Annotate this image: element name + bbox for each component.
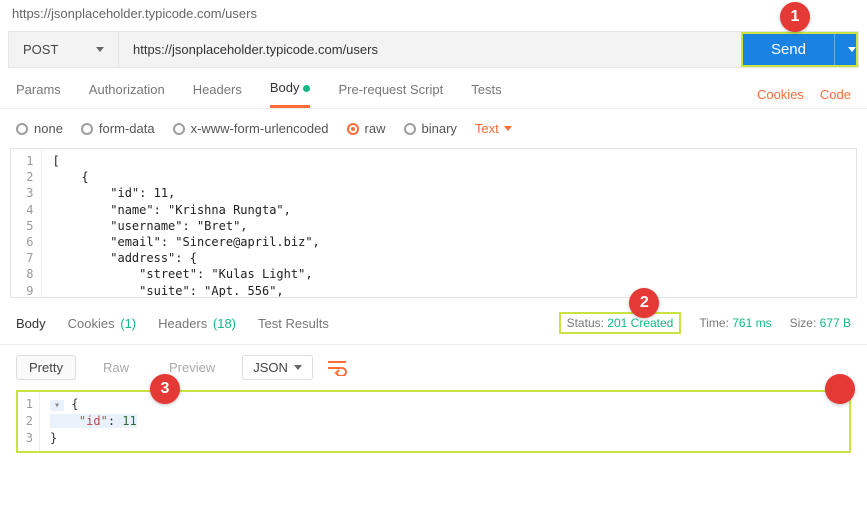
body-options: none form-data x-www-form-urlencoded raw… (0, 109, 867, 148)
method-label: POST (23, 42, 58, 57)
view-options: Pretty Raw Preview JSON (0, 345, 867, 390)
response-code[interactable]: 123 ▾ { "id": 11 } (18, 392, 849, 451)
annotation-badge-1: 1 (780, 2, 810, 32)
body-type-label: Text (475, 121, 499, 136)
url-input[interactable] (119, 32, 741, 67)
time-stat: Time: 761 ms (699, 316, 771, 330)
radio-icon (347, 123, 359, 135)
size-label: Size: (790, 316, 817, 330)
time-label: Time: (699, 316, 729, 330)
tab-tests[interactable]: Tests (471, 82, 501, 107)
format-label: JSON (253, 360, 288, 375)
radio-icon (81, 123, 93, 135)
chevron-down-icon (294, 365, 302, 370)
fold-icon[interactable]: ▾ (50, 400, 64, 411)
request-body-editor[interactable]: 1234567891011 [ { "id": 11, "name": "Kri… (10, 148, 857, 298)
radio-formdata[interactable]: form-data (81, 121, 155, 136)
wrap-lines-icon[interactable] (327, 360, 347, 376)
resp-tab-cookies-label: Cookies (68, 316, 115, 331)
tab-params[interactable]: Params (16, 82, 61, 107)
resp-line-3: } (50, 431, 57, 445)
breadcrumb: https://jsonplaceholder.typicode.com/use… (0, 0, 867, 31)
radio-binary[interactable]: binary (404, 121, 457, 136)
response-body-box: 3 123 ▾ { "id": 11 } (16, 390, 851, 453)
radio-formdata-label: form-data (99, 121, 155, 136)
radio-none-label: none (34, 121, 63, 136)
chevron-down-icon (848, 47, 856, 52)
status-badge: Status: 201 Created 2 (559, 312, 682, 334)
cookies-link[interactable]: Cookies (757, 87, 804, 102)
radio-icon (173, 123, 185, 135)
method-select[interactable]: POST (9, 32, 119, 67)
radio-binary-label: binary (422, 121, 457, 136)
response-gutter: 123 (18, 392, 40, 451)
status-label: Status: (567, 316, 604, 330)
size-stat: Size: 677 B (790, 316, 851, 330)
resp-tab-body[interactable]: Body (16, 316, 46, 331)
resp-val: 11 (122, 414, 136, 428)
tab-headers[interactable]: Headers (193, 82, 242, 107)
headers-count: (18) (213, 316, 236, 331)
resp-tab-headers-label: Headers (158, 316, 207, 331)
resp-tab-cookies[interactable]: Cookies (1) (68, 316, 136, 331)
resp-key: "id" (79, 414, 108, 428)
radio-urlencoded-label: x-www-form-urlencoded (191, 121, 329, 136)
status-value: 201 Created (607, 316, 673, 330)
time-value: 761 ms (732, 316, 771, 330)
request-tabs: Params Authorization Headers Body Pre-re… (0, 68, 867, 109)
editor-code: [ { "id": 11, "name": "Krishna Rungta", … (42, 149, 329, 297)
radio-icon (16, 123, 28, 135)
tab-body-label: Body (270, 80, 300, 95)
view-pretty[interactable]: Pretty (16, 355, 76, 380)
send-cluster: Send (741, 32, 858, 67)
body-type-select[interactable]: Text (475, 121, 512, 136)
resp-sep: : (108, 414, 122, 428)
radio-none[interactable]: none (16, 121, 63, 136)
chevron-down-icon (96, 47, 104, 52)
resp-tab-testresults[interactable]: Test Results (258, 316, 329, 331)
radio-raw-label: raw (365, 121, 386, 136)
cookies-count: (1) (120, 316, 136, 331)
response-tabs: Body Cookies (1) Headers (18) Test Resul… (0, 298, 867, 345)
size-value: 677 B (820, 316, 851, 330)
tab-prerequest[interactable]: Pre-request Script (338, 82, 443, 107)
resp-tab-headers[interactable]: Headers (18) (158, 316, 236, 331)
radio-raw[interactable]: raw (347, 121, 386, 136)
annotation-badge-2: 2 (629, 288, 659, 318)
view-raw[interactable]: Raw (90, 355, 142, 380)
send-dropdown-button[interactable] (834, 34, 856, 65)
radio-urlencoded[interactable]: x-www-form-urlencoded (173, 121, 329, 136)
tab-body[interactable]: Body (270, 80, 311, 108)
radio-icon (404, 123, 416, 135)
resp-line-1: { (71, 397, 78, 411)
send-button[interactable]: Send (743, 34, 834, 65)
code-link[interactable]: Code (820, 87, 851, 102)
editor-gutter: 1234567891011 (11, 149, 42, 297)
request-row: POST Send 1 (8, 31, 859, 68)
tab-authorization[interactable]: Authorization (89, 82, 165, 107)
chevron-down-icon (504, 126, 512, 131)
format-select[interactable]: JSON (242, 355, 313, 380)
dot-indicator-icon (303, 85, 310, 92)
annotation-badge-3: 3 (150, 374, 180, 404)
